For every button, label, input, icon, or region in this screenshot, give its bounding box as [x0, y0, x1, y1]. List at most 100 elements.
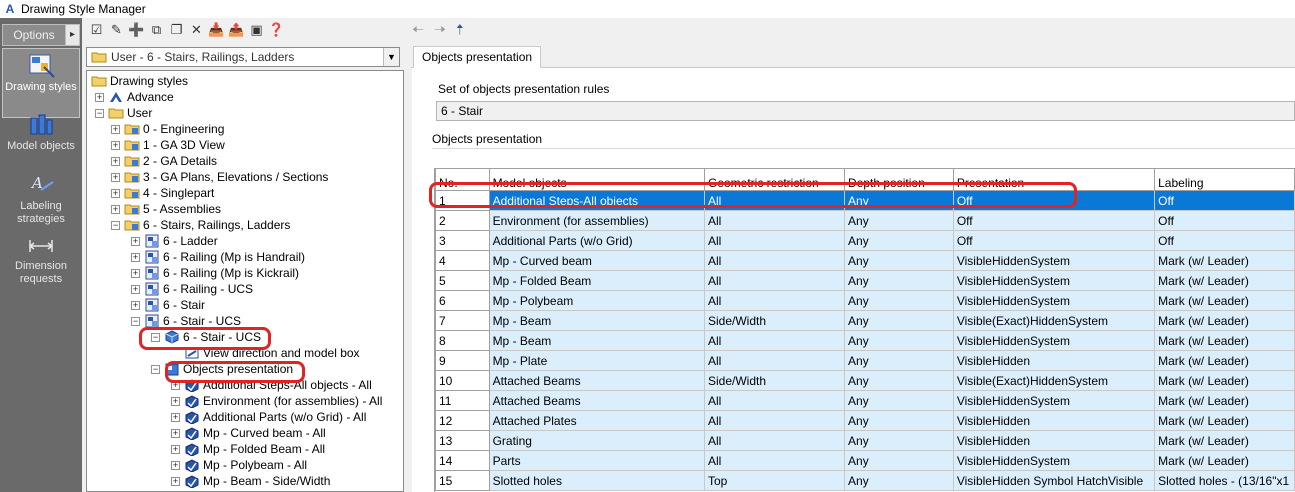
- tree-node[interactable]: + Mp - Curved beam - All: [171, 425, 326, 441]
- cell-no[interactable]: 2: [435, 210, 490, 231]
- cell-model-objects[interactable]: Mp - Beam: [488, 330, 705, 351]
- table-row[interactable]: 12 Attached Plates All Any VisibleHidden Mark…: [435, 410, 1295, 431]
- cell-geometric-restriction[interactable]: All: [703, 330, 846, 351]
- table-row[interactable]: 14 Parts All Any VisibleHiddenSystem Mark (w/…: [435, 450, 1295, 471]
- tree-node[interactable]: + Mp - Folded Beam - All: [171, 441, 325, 457]
- tree-node[interactable]: +6 - Ladder: [131, 233, 218, 249]
- cell-no[interactable]: 8: [435, 330, 490, 351]
- table-row[interactable]: 6 Mp - Polybeam All Any VisibleHiddenSystem M…: [435, 290, 1295, 311]
- panel-splitter[interactable]: [404, 42, 410, 492]
- column-header-labeling[interactable]: Labeling: [1154, 168, 1295, 191]
- table-row[interactable]: 7 Mp - Beam Side/Width Any Visible(Exact)Hid…: [435, 310, 1295, 331]
- cell-presentation[interactable]: VisibleHidden Symbol HatchVisible: [952, 470, 1156, 491]
- table-row[interactable]: 5 Mp - Folded Beam All Any VisibleHiddenSyst…: [435, 270, 1295, 291]
- cell-no[interactable]: 11: [435, 390, 490, 411]
- cell-geometric-restriction[interactable]: All: [703, 290, 846, 311]
- cell-model-objects[interactable]: Parts: [488, 450, 705, 471]
- delete-icon[interactable]: ✕: [188, 22, 205, 39]
- tree-node[interactable]: + Mp - Polybeam - All: [171, 457, 307, 473]
- expand-icon[interactable]: +: [131, 236, 140, 246]
- expand-icon[interactable]: +: [171, 412, 180, 422]
- cell-labeling[interactable]: Mark (w/ Leader): [1154, 450, 1295, 471]
- cell-model-objects[interactable]: Environment (for assemblies): [488, 210, 705, 231]
- strip-item-model-objects[interactable]: Model objects: [2, 108, 80, 158]
- cell-no[interactable]: 13: [435, 430, 490, 451]
- cell-geometric-restriction[interactable]: All: [703, 430, 846, 451]
- cell-geometric-restriction[interactable]: All: [703, 230, 846, 251]
- help-icon[interactable]: ❓: [268, 22, 285, 39]
- table-row[interactable]: 3 Additional Parts (w/o Grid) All Any Off Off: [435, 230, 1295, 251]
- cell-model-objects[interactable]: Attached Beams: [488, 390, 705, 411]
- cell-no[interactable]: 6: [435, 290, 490, 311]
- tree-node[interactable]: +6 - Stair: [131, 297, 205, 313]
- cell-presentation[interactable]: Visible(Exact)HiddenSystem: [952, 370, 1156, 391]
- cell-labeling[interactable]: Off: [1154, 230, 1295, 251]
- drawing-style-select[interactable]: User - 6 - Stairs, Railings, Ladders ▼: [86, 47, 400, 67]
- cell-depth-position[interactable]: Any: [844, 270, 954, 291]
- cell-model-objects[interactable]: Grating: [488, 430, 705, 451]
- cell-no[interactable]: 12: [435, 410, 490, 431]
- cell-presentation[interactable]: Off: [952, 230, 1156, 251]
- paste-icon[interactable]: ❐: [168, 22, 185, 39]
- expand-icon[interactable]: +: [131, 284, 140, 294]
- tree-node[interactable]: +6 - Railing (Mp is Kickrail): [131, 265, 299, 281]
- cell-labeling[interactable]: Mark (w/ Leader): [1154, 370, 1295, 391]
- expand-icon[interactable]: +: [111, 188, 120, 198]
- cell-depth-position[interactable]: Any: [844, 430, 954, 451]
- cell-geometric-restriction[interactable]: All: [703, 250, 846, 271]
- edit-icon[interactable]: ✎: [108, 22, 125, 39]
- tree-node[interactable]: +3 - GA Plans, Elevations / Sections: [111, 169, 328, 185]
- cell-depth-position[interactable]: Any: [844, 370, 954, 391]
- cell-geometric-restriction[interactable]: Side/Width: [703, 310, 846, 331]
- tree-node-root[interactable]: Drawing styles: [91, 73, 188, 89]
- options-button[interactable]: Options ▸: [2, 24, 80, 46]
- tree-node[interactable]: +0 - Engineering: [111, 121, 224, 137]
- cell-presentation[interactable]: VisibleHidden: [952, 430, 1156, 451]
- cell-depth-position[interactable]: Any: [844, 470, 954, 491]
- import-icon[interactable]: 📥: [208, 22, 225, 39]
- cell-no[interactable]: 14: [435, 450, 490, 471]
- cell-geometric-restriction[interactable]: All: [703, 350, 846, 371]
- cell-model-objects[interactable]: Slotted holes: [488, 470, 705, 491]
- cell-no[interactable]: 15: [435, 470, 490, 491]
- copy-icon[interactable]: ⧉: [148, 22, 165, 39]
- tree-node[interactable]: + Additional Parts (w/o Grid) - All: [171, 409, 366, 425]
- cell-depth-position[interactable]: Any: [844, 210, 954, 231]
- strip-item-dimension-requests[interactable]: Dimension requests: [2, 228, 80, 286]
- checklist-icon[interactable]: ☑: [88, 22, 105, 39]
- cell-no[interactable]: 3: [435, 230, 490, 251]
- cell-labeling[interactable]: Mark (w/ Leader): [1154, 310, 1295, 331]
- expand-icon[interactable]: +: [131, 268, 140, 278]
- cell-labeling[interactable]: Mark (w/ Leader): [1154, 290, 1295, 311]
- expand-icon[interactable]: +: [171, 460, 180, 470]
- tree-node[interactable]: − 6 - Stairs, Railings, Ladders: [111, 217, 290, 233]
- cell-depth-position[interactable]: Any: [844, 310, 954, 331]
- table-row[interactable]: 9 Mp - Plate All Any VisibleHidden Mark (w/ L…: [435, 350, 1295, 371]
- cell-no[interactable]: 9: [435, 350, 490, 371]
- cell-depth-position[interactable]: Any: [844, 350, 954, 371]
- cell-model-objects[interactable]: Mp - Curved beam: [488, 250, 705, 271]
- tree-node[interactable]: +6 - Railing (Mp is Handrail): [131, 249, 305, 265]
- tree-node[interactable]: +1 - GA 3D View: [111, 137, 225, 153]
- cell-geometric-restriction[interactable]: All: [703, 450, 846, 471]
- cell-model-objects[interactable]: Additional Parts (w/o Grid): [488, 230, 705, 251]
- cell-presentation[interactable]: VisibleHiddenSystem: [952, 250, 1156, 271]
- collapse-icon[interactable]: −: [111, 220, 120, 230]
- chevron-down-icon[interactable]: ▼: [383, 48, 399, 66]
- cell-model-objects[interactable]: Attached Plates: [488, 410, 705, 431]
- tree-node[interactable]: +4 - Singlepart: [111, 185, 214, 201]
- cell-labeling[interactable]: Mark (w/ Leader): [1154, 390, 1295, 411]
- expand-icon[interactable]: +: [111, 172, 120, 182]
- export-icon[interactable]: 📤: [228, 22, 245, 39]
- table-row[interactable]: 10 Attached Beams Side/Width Any Visible(Exa…: [435, 370, 1295, 391]
- forward-arrow-icon[interactable]: 🠢: [434, 19, 446, 43]
- collapse-icon[interactable]: −: [131, 316, 140, 326]
- back-arrow-icon[interactable]: 🠠: [412, 19, 424, 43]
- tree-node[interactable]: +5 - Assemblies: [111, 201, 221, 217]
- table-row[interactable]: 8 Mp - Beam All Any VisibleHiddenSystem Mark …: [435, 330, 1295, 351]
- cell-labeling[interactable]: Mark (w/ Leader): [1154, 250, 1295, 271]
- expand-icon[interactable]: +: [171, 444, 180, 454]
- cell-model-objects[interactable]: Mp - Plate: [488, 350, 705, 371]
- cell-geometric-restriction[interactable]: All: [703, 210, 846, 231]
- cell-no[interactable]: 10: [435, 370, 490, 391]
